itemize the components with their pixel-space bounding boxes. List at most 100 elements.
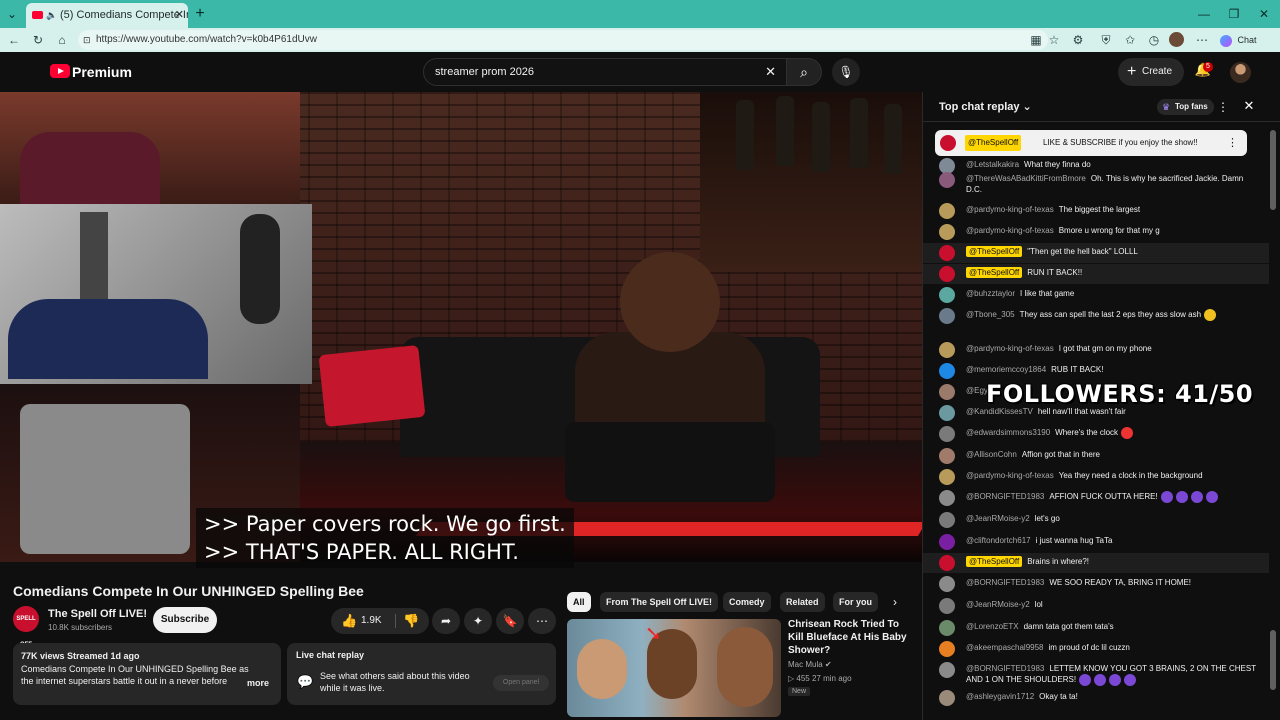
chat-author[interactable]: @Tbone_305 [966,310,1015,319]
favorite-star-icon[interactable]: ☆ [1046,32,1062,48]
chat-message[interactable]: @TheSpellOff "Then get the hell back" LOL… [923,243,1269,263]
chat-message[interactable]: @BORNGIFTED1983 LETTEM KNOW YOU GOT 3 BRA… [923,660,1269,686]
extensions-icon[interactable]: ⚙ [1070,32,1086,48]
chat-avatar[interactable] [939,555,955,571]
chip-from-channel[interactable]: From The Spell Off LIVE! [600,592,719,612]
search-input[interactable]: streamer prom 2026 ✕ [423,58,787,86]
video-player[interactable] [0,92,922,562]
chat-message[interactable]: @TheSpellOff RUN IT BACK!! [923,264,1269,284]
home-icon[interactable]: ⌂ [54,32,70,48]
subscribe-button[interactable]: Subscribe [153,607,217,633]
chat-author[interactable]: @KandidKissesTV [966,407,1033,416]
chat-message[interactable]: @buhzztaylor I like that game [923,285,1269,305]
tab-close-icon[interactable]: ✕ [175,3,184,28]
chat-avatar[interactable] [939,266,955,282]
copilot-chat-button[interactable]: Chat [1220,32,1257,48]
pinned-more-icon[interactable]: ⋮ [1227,135,1238,151]
url-field[interactable]: ⊡ https://www.youtube.com/watch?v=k0b4P6… [78,30,1048,50]
chat-avatar[interactable] [939,384,955,400]
chat-message[interactable]: @AllisonCohn Affion got that in there [923,446,1269,466]
more-actions-icon[interactable]: ⋯ [528,608,556,634]
like-icon[interactable]: 👍 [341,608,357,634]
chat-author[interactable]: @pardymo-king-of-texas [966,344,1054,353]
recommendation-title[interactable]: Chrisean Rock Tried To Kill Blueface At … [788,618,914,657]
recommendation-channel[interactable]: Mac Mula ✔ [788,660,832,669]
account-avatar[interactable] [1230,62,1251,83]
chat-author[interactable]: @buhzztaylor [966,289,1015,298]
search-button[interactable]: ⌕ [786,58,822,86]
channel-name[interactable]: The Spell Off LIVE! [48,608,147,620]
chat-avatar[interactable] [939,690,955,706]
chat-message[interactable]: @TheSpellOff Brains in where?! [923,553,1269,573]
chat-message[interactable]: @LorenzoETX damn tata got them tata's [923,618,1269,638]
chip-related[interactable]: Related [780,592,825,612]
chat-mode-dropdown[interactable]: Top chat replay ⌄ [939,100,1032,113]
chat-message[interactable]: @cliftondortch617 i just wanna hug TaTa [923,532,1269,552]
chat-author[interactable]: @JeanRMoise-y2 [966,514,1030,523]
chat-author[interactable]: @pardymo-king-of-texas [966,471,1054,480]
chat-avatar[interactable] [939,641,955,657]
chat-message[interactable]: @BORNGIFTED1983 AFFION FUCK OUTTA HERE! [923,488,1269,510]
voice-search-icon[interactable]: 🎙 [832,58,860,86]
clear-search-icon[interactable]: ✕ [765,59,776,85]
chat-author[interactable]: @BORNGIFTED1983 [966,664,1044,673]
chip-comedy[interactable]: Comedy [723,592,771,612]
chat-author[interactable]: @pardymo-king-of-texas [966,205,1054,214]
chat-author[interactable]: @edwardsimmons3190 [966,428,1050,437]
chat-message[interactable]: @JeanRMoise-y2 let's go [923,510,1269,530]
browser-tab[interactable]: 🔈 (5) Comedians Compete In Our UNHINGED … [26,3,188,28]
chat-avatar[interactable] [939,469,955,485]
chat-avatar[interactable] [939,448,955,464]
history-icon[interactable]: ◷ [1146,32,1162,48]
minimize-icon[interactable]: — [1196,6,1212,22]
chat-message[interactable]: @ThereWasABadKittiFromBmore Oh. This is w… [923,170,1269,198]
chat-avatar[interactable] [939,245,955,261]
pinned-message[interactable]: @TheSpellOff LIKE & SUBSCRIBE if you enj… [935,130,1247,156]
chat-message[interactable]: @ashleygavin1712 Okay ta ta! [923,688,1269,708]
top-fans-button[interactable]: ♛ Top fans [1157,99,1214,115]
read-mode-icon[interactable]: ▦ [1028,32,1044,48]
chat-avatar[interactable] [939,620,955,636]
chat-author[interactable]: @AllisonCohn [966,450,1017,459]
chat-author[interactable]: @BORNGIFTED1983 [966,578,1044,587]
like-count[interactable]: 1.9K [361,608,382,634]
chat-message[interactable]: @pardymo-king-of-texas Yea they need a cl… [923,467,1269,487]
chat-author[interactable]: @JeanRMoise-y2 [966,600,1030,609]
chat-avatar[interactable] [939,308,955,324]
site-info-icon[interactable]: ⊡ [83,30,91,50]
chat-author[interactable]: @ThereWasABadKittiFromBmore [966,174,1086,183]
chat-avatar[interactable] [939,342,955,358]
chat-close-icon[interactable]: ✕ [1241,98,1257,114]
chat-avatar[interactable] [939,405,955,421]
description-box[interactable]: 77K views Streamed 1d ago Comedians Comp… [13,643,281,705]
chat-avatar[interactable] [939,662,955,678]
chat-author[interactable]: @ashleygavin1712 [966,692,1034,701]
chat-message-list[interactable]: @Letstalkakira What they finna do @ThereWa… [923,156,1269,720]
chat-scrollbar-thumb[interactable] [1270,130,1276,210]
chat-author[interactable]: @akeempaschal9958 [966,643,1044,652]
chat-avatar[interactable] [939,534,955,550]
new-tab-icon[interactable]: + [192,6,208,22]
chat-message[interactable]: @akeempaschal9958 im proud of dc lil cuzz… [923,639,1269,659]
chip-for-you[interactable]: For you [833,592,878,612]
reload-icon[interactable]: ↻ [30,32,46,48]
collections-icon[interactable]: ✩ [1122,32,1138,48]
speaker-icon[interactable]: 🔈 [46,3,57,28]
chat-author[interactable]: @cliftondortch617 [966,536,1031,545]
chat-author[interactable]: @TheSpellOff [966,267,1023,278]
description-more-link[interactable]: more [242,677,269,689]
chat-message[interactable]: @edwardsimmons3190 Where's the clock [923,424,1269,446]
chat-avatar[interactable] [939,172,955,188]
chips-next-icon[interactable]: › [887,592,903,612]
tab-list-icon[interactable]: ⌄ [4,6,20,22]
channel-avatar[interactable]: SPELL OFF [13,606,39,648]
shield-icon[interactable]: ⛨ [1098,32,1114,48]
more-options-icon[interactable]: ⋯ [1194,32,1210,48]
chat-message[interactable]: @BORNGIFTED1983 WE SOO READY TA, BRING IT… [923,574,1269,594]
chat-message[interactable]: @pardymo-king-of-texas I got that gm on m… [923,340,1269,360]
close-window-icon[interactable]: ✕ [1256,6,1272,22]
chat-author[interactable]: @Letstalkakira [966,160,1019,169]
chat-message[interactable]: @Letstalkakira What they finna do [923,156,1269,174]
save-icon[interactable]: 🔖 [496,608,524,634]
chat-message[interactable]: @JeanRMoise-y2 lol [923,596,1269,616]
